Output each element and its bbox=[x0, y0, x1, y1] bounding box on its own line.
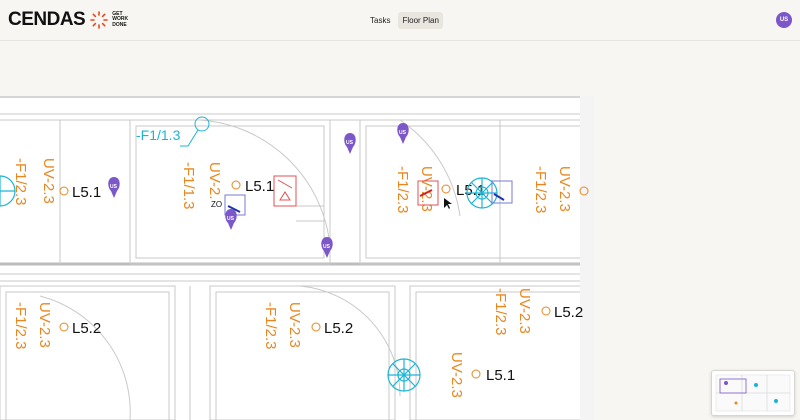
location-pin[interactable]: US bbox=[108, 177, 120, 198]
floor-plan-drawing[interactable]: -F1/1.3 UV-2.3 -F1/2.3 UV-2. -F1/1.3 -F1… bbox=[0, 96, 594, 420]
room-label: L5.2 bbox=[324, 320, 353, 337]
grid-ref-label: -F1/1.3 bbox=[180, 162, 197, 210]
tab-tasks[interactable]: Tasks bbox=[366, 12, 394, 29]
grid-ref-label: -F1/2.3 bbox=[492, 288, 509, 336]
room-type-label: UV-2.3 bbox=[556, 166, 573, 212]
room-label: L5.1 bbox=[72, 184, 101, 201]
pin-initials: US bbox=[110, 184, 118, 190]
user-avatar[interactable]: US bbox=[776, 12, 792, 28]
top-bar: CENDAS GET WORK DONE Tasks Floor Plan US bbox=[0, 0, 800, 41]
grid-label: -F1/1.3 bbox=[136, 127, 181, 143]
ceiling-fixture-icon[interactable] bbox=[387, 358, 421, 392]
equipment-symbol[interactable] bbox=[273, 175, 297, 207]
minimap-preview bbox=[715, 374, 791, 412]
grid-ref-label: -F1/2.3 bbox=[394, 166, 411, 214]
grid-ref-label: -F1/2.3 bbox=[532, 166, 549, 214]
room-type-label: UV-2.3 bbox=[516, 288, 533, 334]
room-type-label: UV-2.3 bbox=[448, 352, 465, 398]
pin-initials: US bbox=[227, 216, 235, 222]
room-label: L5.2 bbox=[554, 304, 583, 321]
pin-initials: US bbox=[323, 244, 331, 250]
room-label: L5.1 bbox=[245, 178, 274, 195]
floor-plan-canvas[interactable]: -F1/1.3 UV-2.3 -F1/2.3 UV-2. -F1/1.3 -F1… bbox=[0, 96, 594, 420]
room-label: L5.2 bbox=[72, 320, 101, 337]
logo-tagline: GET WORK DONE bbox=[112, 10, 129, 28]
location-pin[interactable]: US bbox=[321, 237, 333, 258]
grid-axis-marker[interactable]: -F1/1.3 bbox=[136, 116, 210, 147]
grid-ref-label: -F1/2.3 bbox=[12, 302, 29, 350]
view-tabs: Tasks Floor Plan bbox=[366, 12, 443, 29]
room-label: L5.1 bbox=[486, 367, 515, 384]
mouse-cursor-icon bbox=[444, 198, 452, 209]
room-type-label: UV-2.3 bbox=[40, 158, 57, 204]
zone-label: ZO bbox=[211, 200, 222, 209]
tab-floor-plan[interactable]: Floor Plan bbox=[398, 12, 443, 29]
room-type-label: UV-2. bbox=[206, 162, 223, 200]
pin-initials: US bbox=[399, 130, 407, 136]
pin-initials: US bbox=[346, 140, 354, 146]
logo-wordmark: CENDAS bbox=[8, 9, 86, 30]
grid-ref-label: -F1/2.3 bbox=[262, 302, 279, 350]
logo-sun-icon bbox=[90, 11, 109, 29]
location-pin[interactable]: US bbox=[225, 209, 237, 230]
location-pin[interactable]: US bbox=[397, 123, 409, 144]
cendas-logo[interactable]: CENDAS GET WORK DONE bbox=[8, 9, 134, 31]
location-pin[interactable]: US bbox=[344, 133, 356, 154]
room-label: L5.1 bbox=[456, 182, 485, 199]
room-type-label: UV-2.3 bbox=[36, 302, 53, 348]
minimap[interactable] bbox=[711, 370, 795, 416]
grid-ref-label: -F1/2.3 bbox=[12, 158, 29, 206]
room-type-label: UV-2.3 bbox=[286, 302, 303, 348]
